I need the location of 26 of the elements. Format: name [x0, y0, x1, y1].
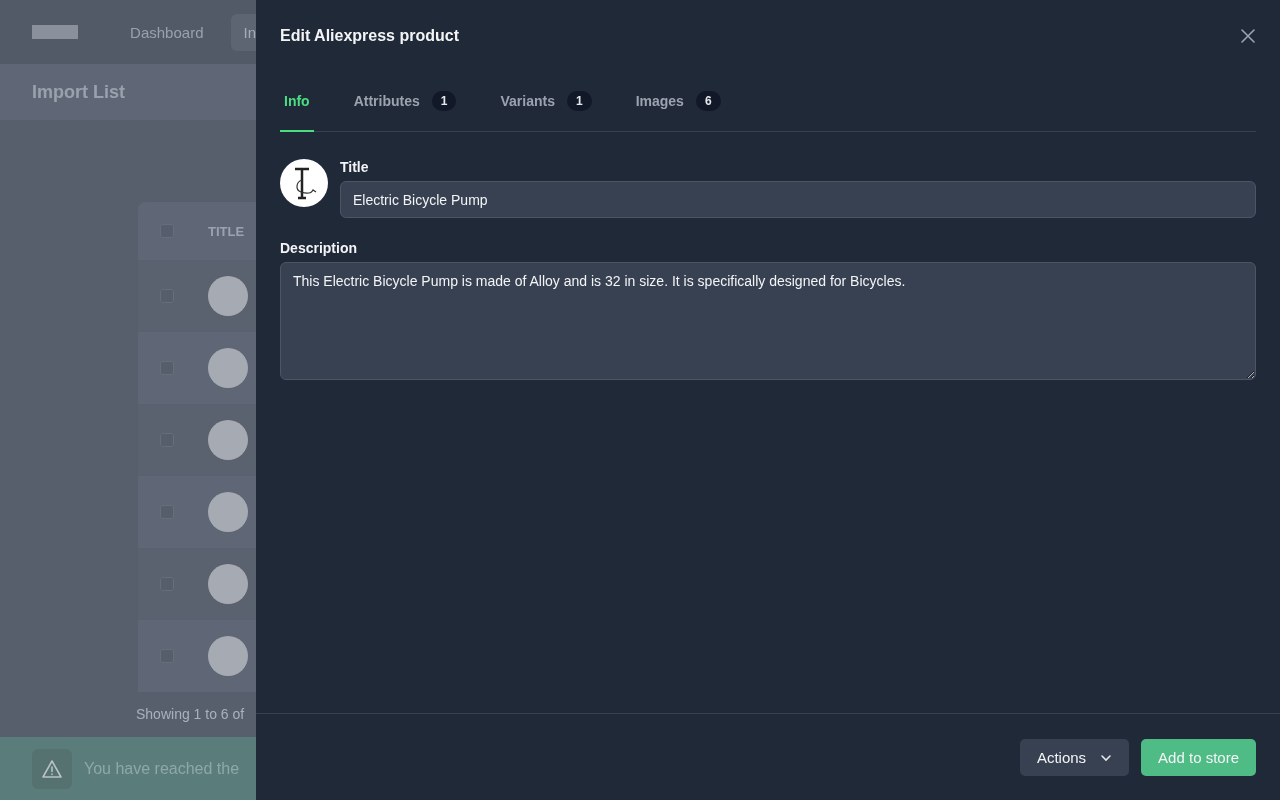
field-label: Title	[340, 159, 369, 175]
drawer-title: Edit Aliexpress product	[280, 27, 459, 45]
photo-placeholder	[208, 276, 248, 316]
photo-placeholder	[208, 420, 248, 460]
photo-placeholder	[208, 564, 248, 604]
close-icon[interactable]	[1240, 28, 1256, 44]
chevron-down-icon	[1100, 753, 1113, 762]
count-badge: 6	[695, 91, 721, 111]
pagination-text: Showing 1 to 6 of	[136, 706, 246, 722]
photo-placeholder	[208, 492, 248, 532]
tab[interactable]: Images 6	[631, 72, 725, 132]
description-input-field[interactable]: This Electric Bicycle Pump is made of Alloy and is 32 in size. It is specifically designed for Bicycles.	[280, 262, 1256, 380]
photo-placeholder	[208, 636, 248, 676]
count-badge: 1	[431, 91, 457, 111]
count-badge: 1	[566, 91, 592, 111]
tab[interactable]: Variants 1	[496, 72, 596, 132]
tab[interactable]: Info	[280, 72, 314, 132]
title-input-field[interactable]: Electric Bicycle Pump	[340, 181, 1256, 218]
warning-icon	[32, 748, 72, 789]
page-title: Import List	[32, 81, 125, 103]
tab[interactable]: Attributes 1	[349, 72, 461, 132]
column-header: TITLE	[208, 223, 245, 239]
field-label: Description	[280, 240, 357, 256]
actions-dropdown-button[interactable]: Actions	[1019, 739, 1130, 776]
photo-placeholder	[208, 348, 248, 388]
logo-placeholder	[32, 25, 79, 39]
